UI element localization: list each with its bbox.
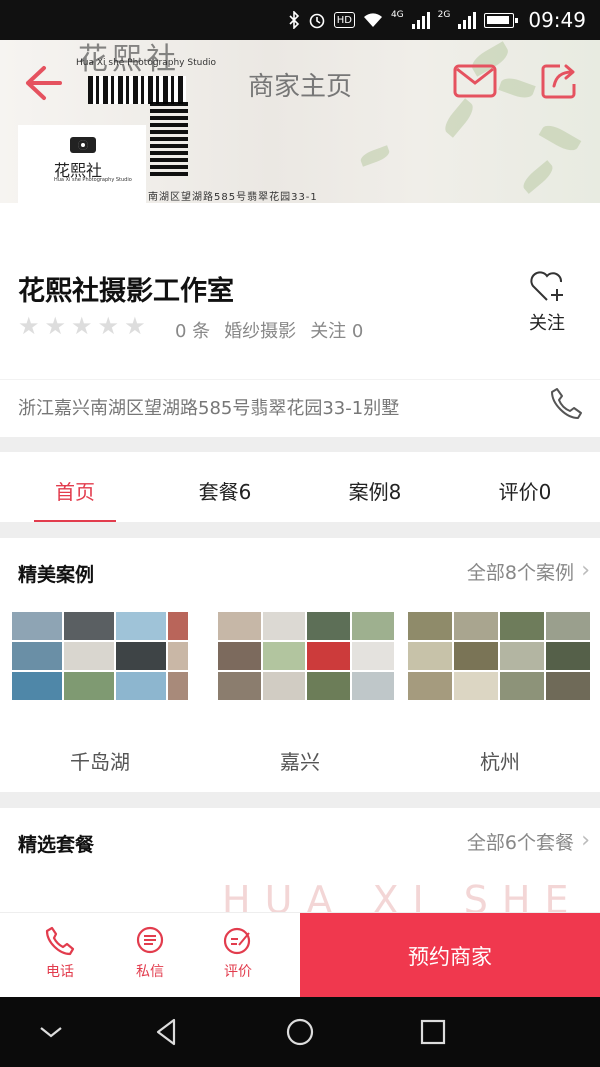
tab-home[interactable]: 首页 bbox=[0, 452, 150, 522]
case-label: 杭州 bbox=[480, 750, 520, 774]
tab-reviews[interactable]: 评价0 bbox=[450, 452, 600, 522]
follow-button[interactable]: 关注 bbox=[524, 269, 570, 335]
star-icon: ★ bbox=[44, 312, 67, 340]
phone-icon bbox=[551, 388, 582, 419]
collapse-nav-button[interactable] bbox=[34, 1015, 68, 1049]
shop-meta: 0 条 婚纱摄影 关注 0 bbox=[175, 317, 363, 343]
network-type-2: 2G bbox=[437, 10, 451, 20]
divider bbox=[0, 522, 600, 538]
square-recents-icon bbox=[420, 1019, 446, 1045]
status-time: 09:49 bbox=[528, 8, 586, 32]
shop-info: 花熙社摄影工作室 ★ ★ ★ ★ ★ 0 条 婚纱摄影 关注 0 关注 bbox=[0, 203, 600, 379]
chat-icon bbox=[136, 926, 164, 954]
chevron-right-icon: › bbox=[581, 558, 590, 583]
heart-plus-icon bbox=[530, 271, 563, 301]
page-title: 商家主页 bbox=[247, 72, 352, 102]
shop-tabs: 首页 套餐6 案例8 评价0 bbox=[0, 452, 600, 522]
nav-home-button[interactable] bbox=[283, 1015, 317, 1049]
circle-home-icon bbox=[286, 1018, 314, 1046]
share-icon bbox=[541, 64, 576, 99]
review-action-label: 评价 bbox=[224, 964, 252, 980]
signal-icon-2 bbox=[458, 11, 477, 29]
nav-recents-button[interactable] bbox=[416, 1015, 450, 1049]
bluetooth-icon bbox=[288, 10, 300, 30]
bottom-action-bar: 电话 私信 评价 预约商家 bbox=[0, 912, 600, 998]
logo-card-subtitle: Hua Xi she Photography Studio bbox=[54, 177, 132, 183]
packages-title: 精选套餐 bbox=[18, 834, 95, 856]
divider bbox=[0, 792, 600, 808]
battery-icon bbox=[484, 12, 519, 28]
call-button[interactable] bbox=[548, 386, 584, 422]
review-edit-icon bbox=[223, 927, 251, 955]
case-thumbnail-jiaxing[interactable] bbox=[218, 612, 394, 700]
mail-icon bbox=[453, 64, 497, 98]
case-label: 千岛湖 bbox=[70, 750, 130, 774]
message-button[interactable] bbox=[453, 64, 497, 98]
shop-address: 浙江嘉兴南湖区望湖路585号翡翠花园33-1别墅 bbox=[18, 398, 400, 419]
share-button[interactable] bbox=[540, 62, 578, 100]
system-navigation-bar bbox=[0, 997, 600, 1067]
case-thumbnail-qiandaohu[interactable] bbox=[12, 612, 188, 700]
network-type-1: 4G bbox=[390, 10, 404, 20]
rating-stars: ★ ★ ★ ★ ★ bbox=[18, 314, 146, 338]
cases-header: 精美案例 全部8个案例 › bbox=[0, 538, 600, 598]
camera-logo-icon bbox=[70, 137, 96, 153]
phone-icon bbox=[45, 926, 75, 956]
signal-icon-1 bbox=[411, 11, 430, 29]
message-action[interactable]: 私信 bbox=[120, 925, 180, 981]
studio-logo-card: 花熙社 Hua Xi she Photography Studio bbox=[18, 125, 146, 203]
cases-title: 精美案例 bbox=[18, 564, 95, 586]
title-bar: 商家主页 bbox=[0, 40, 600, 124]
star-icon: ★ bbox=[124, 312, 146, 340]
packages-section: 精选套餐 全部6个套餐 › HUA XI SHE bbox=[0, 808, 600, 922]
cases-list: 千岛湖 嘉兴 杭州 bbox=[0, 598, 600, 792]
phone-action[interactable]: 电话 bbox=[30, 925, 90, 981]
star-icon: ★ bbox=[71, 312, 93, 340]
triangle-back-icon bbox=[156, 1018, 176, 1046]
review-count: 0 条 bbox=[175, 321, 211, 342]
follow-label: 关注 bbox=[529, 313, 565, 334]
tab-cases[interactable]: 案例8 bbox=[300, 452, 450, 522]
divider bbox=[0, 437, 600, 452]
chevron-right-icon: › bbox=[581, 828, 590, 853]
banner-address: 南湖区望湖路585号翡翠花园33-1 bbox=[148, 192, 318, 203]
address-row: 浙江嘉兴南湖区望湖路585号翡翠花园33-1别墅 bbox=[0, 379, 600, 437]
phone-action-label: 电话 bbox=[46, 964, 74, 980]
chevron-down-icon bbox=[40, 1027, 62, 1038]
status-bar: HD 4G 2G 09:49 bbox=[0, 0, 600, 40]
alarm-icon bbox=[308, 10, 326, 30]
shop-category: 婚纱摄影 bbox=[224, 321, 297, 342]
tab-packages[interactable]: 套餐6 bbox=[150, 452, 300, 522]
all-cases-link[interactable]: 全部8个案例 bbox=[467, 558, 574, 585]
star-icon: ★ bbox=[97, 312, 120, 340]
review-action[interactable]: 评价 bbox=[208, 925, 268, 981]
case-label: 嘉兴 bbox=[280, 750, 320, 774]
shop-name: 花熙社摄影工作室 bbox=[18, 276, 234, 307]
wifi-icon bbox=[363, 10, 383, 30]
nav-back-button[interactable] bbox=[150, 1015, 184, 1049]
case-thumbnail-hangzhou[interactable] bbox=[408, 612, 590, 700]
star-icon: ★ bbox=[18, 312, 40, 340]
book-merchant-button[interactable]: 预约商家 bbox=[300, 913, 600, 998]
message-action-label: 私信 bbox=[136, 964, 164, 980]
hd-badge: HD bbox=[333, 12, 355, 28]
all-packages-link[interactable]: 全部6个套餐 bbox=[467, 828, 574, 855]
follower-count: 关注 0 bbox=[310, 321, 364, 342]
